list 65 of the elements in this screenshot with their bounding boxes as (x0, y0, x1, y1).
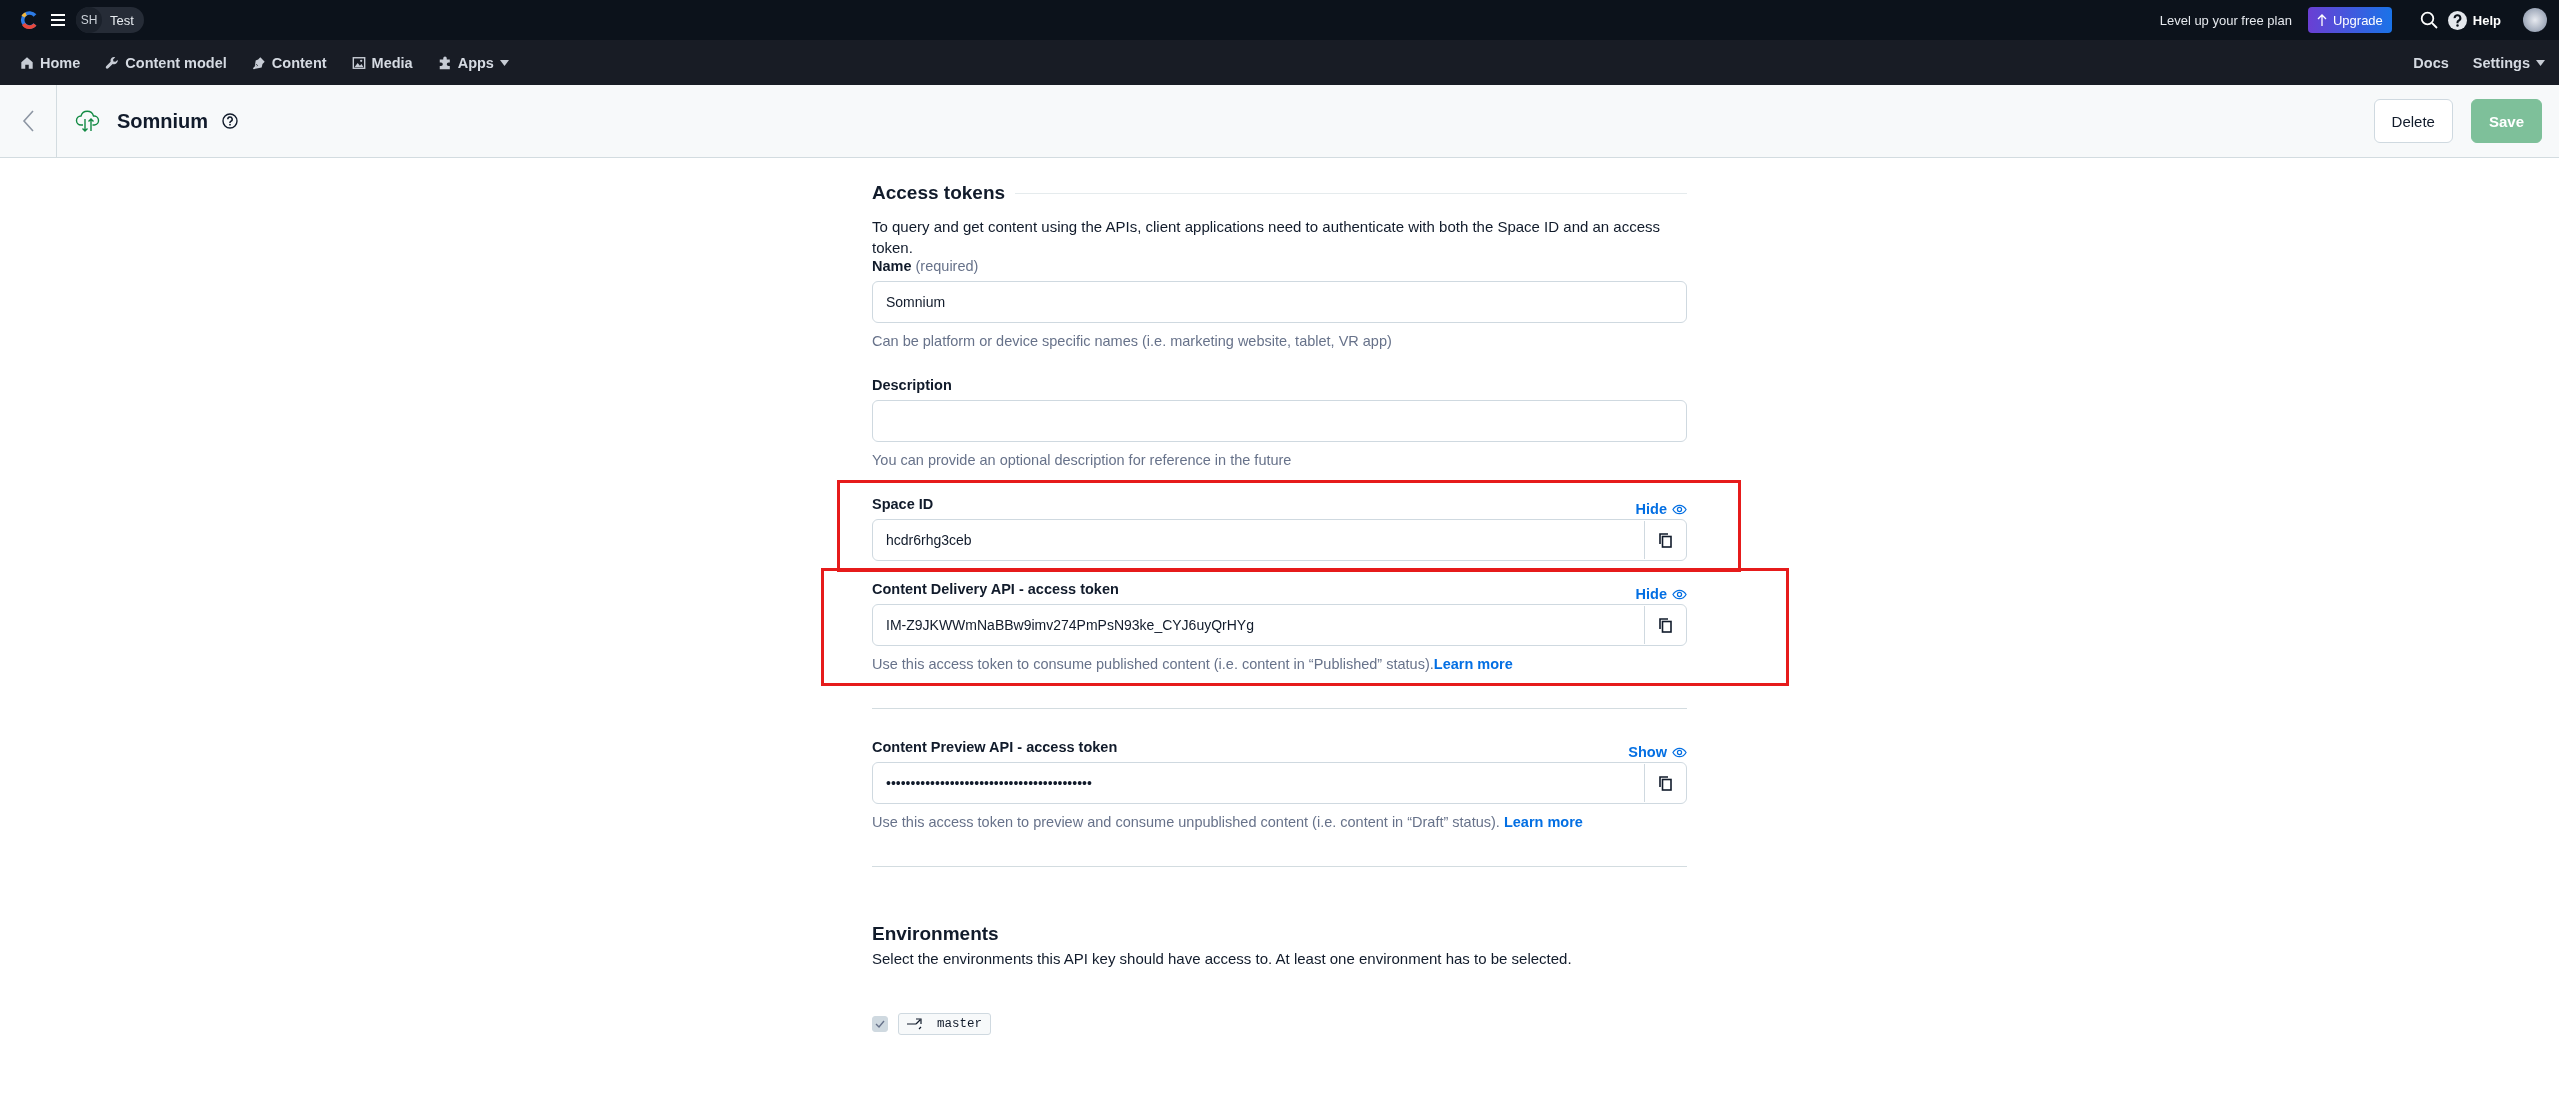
user-avatar[interactable] (2523, 8, 2547, 32)
nav-link[interactable]: Settings (2472, 54, 2545, 71)
copy-icon (1659, 532, 1672, 548)
wrench-icon (105, 55, 120, 70)
delete-button[interactable]: Delete (2373, 99, 2453, 143)
pen-icon (251, 55, 266, 70)
section-description: Select the environments this API key should have access to. At least one environment has to be selected. (872, 949, 1573, 969)
visibility-toggle[interactable]: Show (1628, 744, 1687, 760)
text-field[interactable]: Somnium (872, 281, 1687, 323)
help-text: You can provide an optional description for reference in the future (872, 452, 1293, 468)
field-label: Description (872, 377, 952, 393)
section-title: Access tokens (872, 182, 1006, 204)
field-value: hcdr6rhg3ceb (886, 532, 973, 548)
page-title: Somnium (117, 109, 209, 133)
nav-link[interactable]: Home (20, 54, 81, 71)
avatar-initials: SH (76, 7, 102, 33)
puzzle-icon (437, 55, 452, 70)
nav-link[interactable]: Docs (2413, 54, 2449, 71)
caret-icon (2536, 59, 2545, 66)
upgrade-button[interactable]: Upgrade (2307, 7, 2392, 33)
section-description: To query and get content using the APIs, client applications need to authenticate with both the Space ID and an access token. (872, 217, 1662, 258)
branch-icon (907, 1018, 923, 1030)
token-field[interactable]: •••••••••••••••••••••••••••••••••••••••••• (872, 762, 1687, 804)
token-field[interactable]: hcdr6rhg3ceb (872, 519, 1687, 561)
caret-icon (499, 59, 509, 66)
home-icon (20, 55, 34, 70)
learn-more-link[interactable]: Learn more (1433, 656, 1513, 672)
nav-link[interactable]: Content model (105, 54, 227, 71)
image-icon (351, 55, 366, 70)
field-label: Space ID (872, 496, 934, 512)
menu-icon (50, 13, 66, 27)
text-field[interactable] (872, 400, 1687, 442)
field-value: •••••••••••••••••••••••••••••••••••••••••• (886, 775, 1093, 791)
section-title: Environments (872, 923, 1000, 945)
learn-more-link[interactable]: Learn more (1503, 814, 1583, 830)
copy-icon (1659, 617, 1672, 633)
visibility-toggle[interactable]: Hide (1635, 586, 1687, 602)
nav-link[interactable]: Content (251, 54, 327, 71)
promo-text: Level up your free plan (2159, 12, 2292, 28)
check-icon (875, 1020, 885, 1028)
arrow-up-icon (2316, 14, 2327, 26)
help-text: Can be platform or device specific names (i.e. marketing website, tablet, VR app) (872, 333, 1393, 349)
cloud-icon (75, 109, 101, 133)
question-icon (2447, 10, 2467, 30)
environment-name: master (937, 1017, 982, 1031)
copy-icon (1659, 775, 1672, 791)
field-label: Content Preview API - access token (872, 739, 1118, 755)
help-text: Use this access token to consume published content (i.e. content in “Published” status).Learn more (872, 656, 1514, 672)
field-label: Content Delivery API - access token (872, 581, 1119, 597)
eye-icon (1672, 746, 1687, 758)
visibility-toggle[interactable]: Hide (1635, 501, 1687, 517)
workspace-switcher[interactable]: SH Test (76, 7, 144, 33)
help-text: Use this access token to preview and consume unpublished content (i.e. content in “Draft” status). Learn more (872, 814, 1584, 830)
chevron-left-icon (22, 109, 34, 133)
search-icon (2419, 11, 2438, 29)
help-circle-icon (222, 113, 239, 129)
nav-link[interactable]: Media (351, 54, 413, 71)
help-button[interactable]: Help (2447, 10, 2501, 30)
workspace-name: Test (110, 12, 134, 28)
field-label: Name (required) (872, 258, 979, 274)
field-value: IM-Z9JKWWmNaBBw9imv274PmPsN93ke_CYJ6uyQrHYg (886, 617, 1255, 633)
token-field[interactable]: IM-Z9JKWWmNaBBw9imv274PmPsN93ke_CYJ6uyQrHYg (872, 604, 1687, 646)
eye-icon (1672, 503, 1687, 515)
eye-icon (1672, 588, 1687, 600)
nav-link[interactable]: Apps (437, 54, 509, 71)
